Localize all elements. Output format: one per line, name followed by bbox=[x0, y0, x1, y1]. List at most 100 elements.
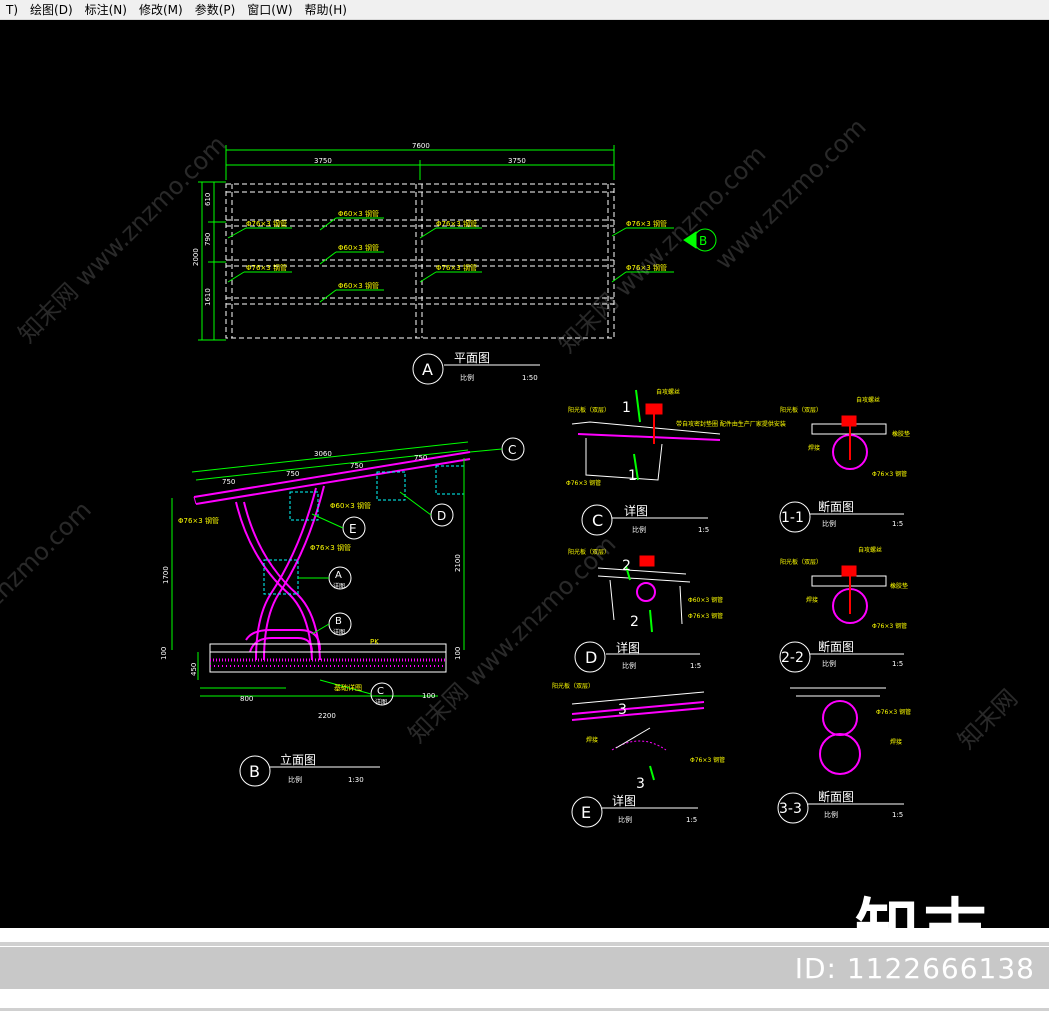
detail-note: 橡胶垫 bbox=[890, 582, 908, 590]
detail-note: 橡胶垫 bbox=[892, 430, 910, 438]
section-title: 断面图 bbox=[818, 639, 854, 654]
elev-callout: A bbox=[335, 570, 342, 581]
plan-label: Φ60×3 钢管 bbox=[338, 209, 379, 218]
detail-scale: 1:5 bbox=[892, 811, 903, 819]
menu-item-parameters[interactable]: 参数(P) bbox=[189, 1, 242, 18]
detail-note: Φ76×3 钢管 bbox=[876, 708, 911, 716]
detail-note: Φ60×3 钢管 bbox=[688, 596, 723, 604]
elev-callout-sub: 详图 bbox=[333, 628, 345, 636]
plan-label: Φ76×3 钢管 bbox=[436, 263, 477, 272]
detail-scale-label: 比例 bbox=[632, 525, 646, 534]
separator bbox=[0, 1008, 1049, 1011]
elev-dim: 750 bbox=[414, 454, 427, 462]
plan-title: 平面图 bbox=[454, 351, 490, 365]
detail-note: 焊接 bbox=[806, 596, 818, 604]
elev-scale: 1:30 bbox=[348, 776, 364, 784]
detail-cut: 1 bbox=[628, 468, 637, 484]
detail-c-text: 阳光板（双层） 自攻螺丝 带自攻密封垫圈 配件由生产厂家提供安装 Φ76×3 钢… bbox=[566, 388, 786, 534]
elev-callout-sub: 详图 bbox=[333, 582, 345, 590]
elev-scale-label: 比例 bbox=[288, 775, 302, 784]
plan-title-mark: A bbox=[422, 360, 433, 379]
elev-dim-foot: 800 bbox=[240, 695, 253, 703]
plan-dim-d3: 1610 bbox=[204, 288, 212, 306]
detail-note: Φ76×3 钢管 bbox=[566, 479, 601, 487]
plan-dim-total: 7600 bbox=[412, 142, 430, 150]
detail-scale-label: 比例 bbox=[622, 661, 636, 670]
detail-note: 焊接 bbox=[586, 736, 598, 744]
detail-note: 阳光板（双层） bbox=[552, 682, 594, 690]
detail-note: Φ76×3 钢管 bbox=[690, 756, 725, 764]
detail-title: 详图 bbox=[616, 640, 640, 655]
plan-label: Φ76×3 钢管 bbox=[436, 219, 477, 228]
elev-dim-height2: 2100 bbox=[454, 554, 462, 572]
detail-note: 自攻螺丝 bbox=[858, 546, 882, 554]
detail-scale: 1:5 bbox=[892, 520, 903, 528]
detail-note: 自攻螺丝 bbox=[856, 396, 880, 404]
menu-item-modify[interactable]: 修改(M) bbox=[133, 1, 189, 18]
image-id: ID: 1122666138 bbox=[794, 952, 1035, 985]
section-title: 断面图 bbox=[818, 499, 854, 514]
plan-dim-d2: 790 bbox=[204, 233, 212, 246]
detail-note: Φ76×3 钢管 bbox=[688, 612, 723, 620]
detail-scale: 1:5 bbox=[698, 526, 709, 534]
drawing-canvas[interactable]: 7600 3750 3750 2000 610 790 1610 Φ76×3 钢… bbox=[0, 20, 1049, 928]
menu-item-help[interactable]: 帮助(H) bbox=[299, 1, 353, 18]
menu-item-dimension[interactable]: 标注(N) bbox=[79, 1, 133, 18]
menu-bar: T) 绘图(D) 标注(N) 修改(M) 参数(P) 窗口(W) 帮助(H) bbox=[0, 0, 1049, 20]
detail-note: Φ76×3 钢管 bbox=[872, 470, 907, 478]
detail-note: 阳光板（双层） bbox=[568, 406, 610, 414]
plan-label: Φ76×3 钢管 bbox=[626, 219, 667, 228]
elev-dim: 100 bbox=[454, 647, 462, 660]
elev-label: Φ76×3 钢管 bbox=[310, 543, 351, 552]
detail-scale-label: 比例 bbox=[824, 810, 838, 819]
plan-label: Φ60×3 钢管 bbox=[338, 281, 379, 290]
detail-note: 阳光板（双层） bbox=[568, 548, 610, 556]
plan-dim-side: 2000 bbox=[192, 248, 200, 266]
elev-callout: E bbox=[349, 522, 357, 536]
plan-section-mark: B bbox=[699, 234, 707, 248]
elev-label: 基础详图 bbox=[334, 683, 362, 692]
plan-scale: 1:50 bbox=[522, 374, 538, 382]
detail-scale: 1:5 bbox=[892, 660, 903, 668]
detail-note: 焊接 bbox=[808, 444, 820, 452]
detail-scale-label: 比例 bbox=[618, 815, 632, 824]
plan-label: Φ76×3 钢管 bbox=[246, 263, 287, 272]
elev-callout: D bbox=[437, 509, 446, 523]
detail-scale-label: 比例 bbox=[822, 519, 836, 528]
detail-note: 阳光板（双层） bbox=[780, 406, 822, 414]
detail-note: 自攻螺丝 bbox=[656, 388, 680, 396]
menu-item-draw[interactable]: 绘图(D) bbox=[24, 1, 79, 18]
detail-note: 带自攻密封垫圈 配件由生产厂家提供安装 bbox=[676, 420, 786, 428]
detail-note: 焊接 bbox=[890, 738, 902, 746]
elev-callout: C bbox=[377, 686, 384, 697]
detail-e bbox=[571, 691, 705, 828]
detail-title: 详图 bbox=[624, 503, 648, 518]
elev-dim: 450 bbox=[190, 663, 198, 676]
section-mark: 3-3 bbox=[779, 801, 802, 817]
detail-note: Φ76×3 钢管 bbox=[872, 622, 907, 630]
plan-dim-d1: 610 bbox=[204, 193, 212, 206]
elev-arrow-label: PK bbox=[370, 638, 379, 646]
detail-note: 阳光板（双层） bbox=[780, 558, 822, 566]
detail-scale-label: 比例 bbox=[822, 659, 836, 668]
elev-callout: C bbox=[508, 443, 516, 457]
detail-cut: 3 bbox=[618, 702, 627, 718]
elev-callout-sub: 详图 bbox=[375, 698, 387, 706]
menu-item-tools[interactable]: T) bbox=[0, 3, 24, 17]
menu-item-window[interactable]: 窗口(W) bbox=[241, 1, 298, 18]
elev-dim-width: 2200 bbox=[318, 712, 336, 720]
plan-text: 7600 3750 3750 2000 610 790 1610 Φ76×3 钢… bbox=[192, 142, 707, 382]
detail-scale: 1:5 bbox=[690, 662, 701, 670]
detail-mark: D bbox=[585, 648, 597, 667]
elev-dim: 100 bbox=[422, 692, 435, 700]
plan-scale-label: 比例 bbox=[460, 373, 474, 382]
detail-cut: 1 bbox=[622, 400, 631, 416]
elev-label: Φ60×3 钢管 bbox=[330, 501, 371, 510]
plan-dim-left: 3750 bbox=[314, 157, 332, 165]
elev-dim-top: 3060 bbox=[314, 450, 332, 458]
elev-title: 立面图 bbox=[280, 752, 316, 767]
status-area: ID: 1122666138 bbox=[0, 928, 1049, 1013]
section-mark: 2-2 bbox=[781, 650, 804, 666]
plan-label: Φ76×3 钢管 bbox=[626, 263, 667, 272]
section-2-2-text: 阳光板（双层） 自攻螺丝 橡胶垫 焊接 Φ76×3 钢管 2-2 断面图 比例 … bbox=[780, 546, 908, 668]
